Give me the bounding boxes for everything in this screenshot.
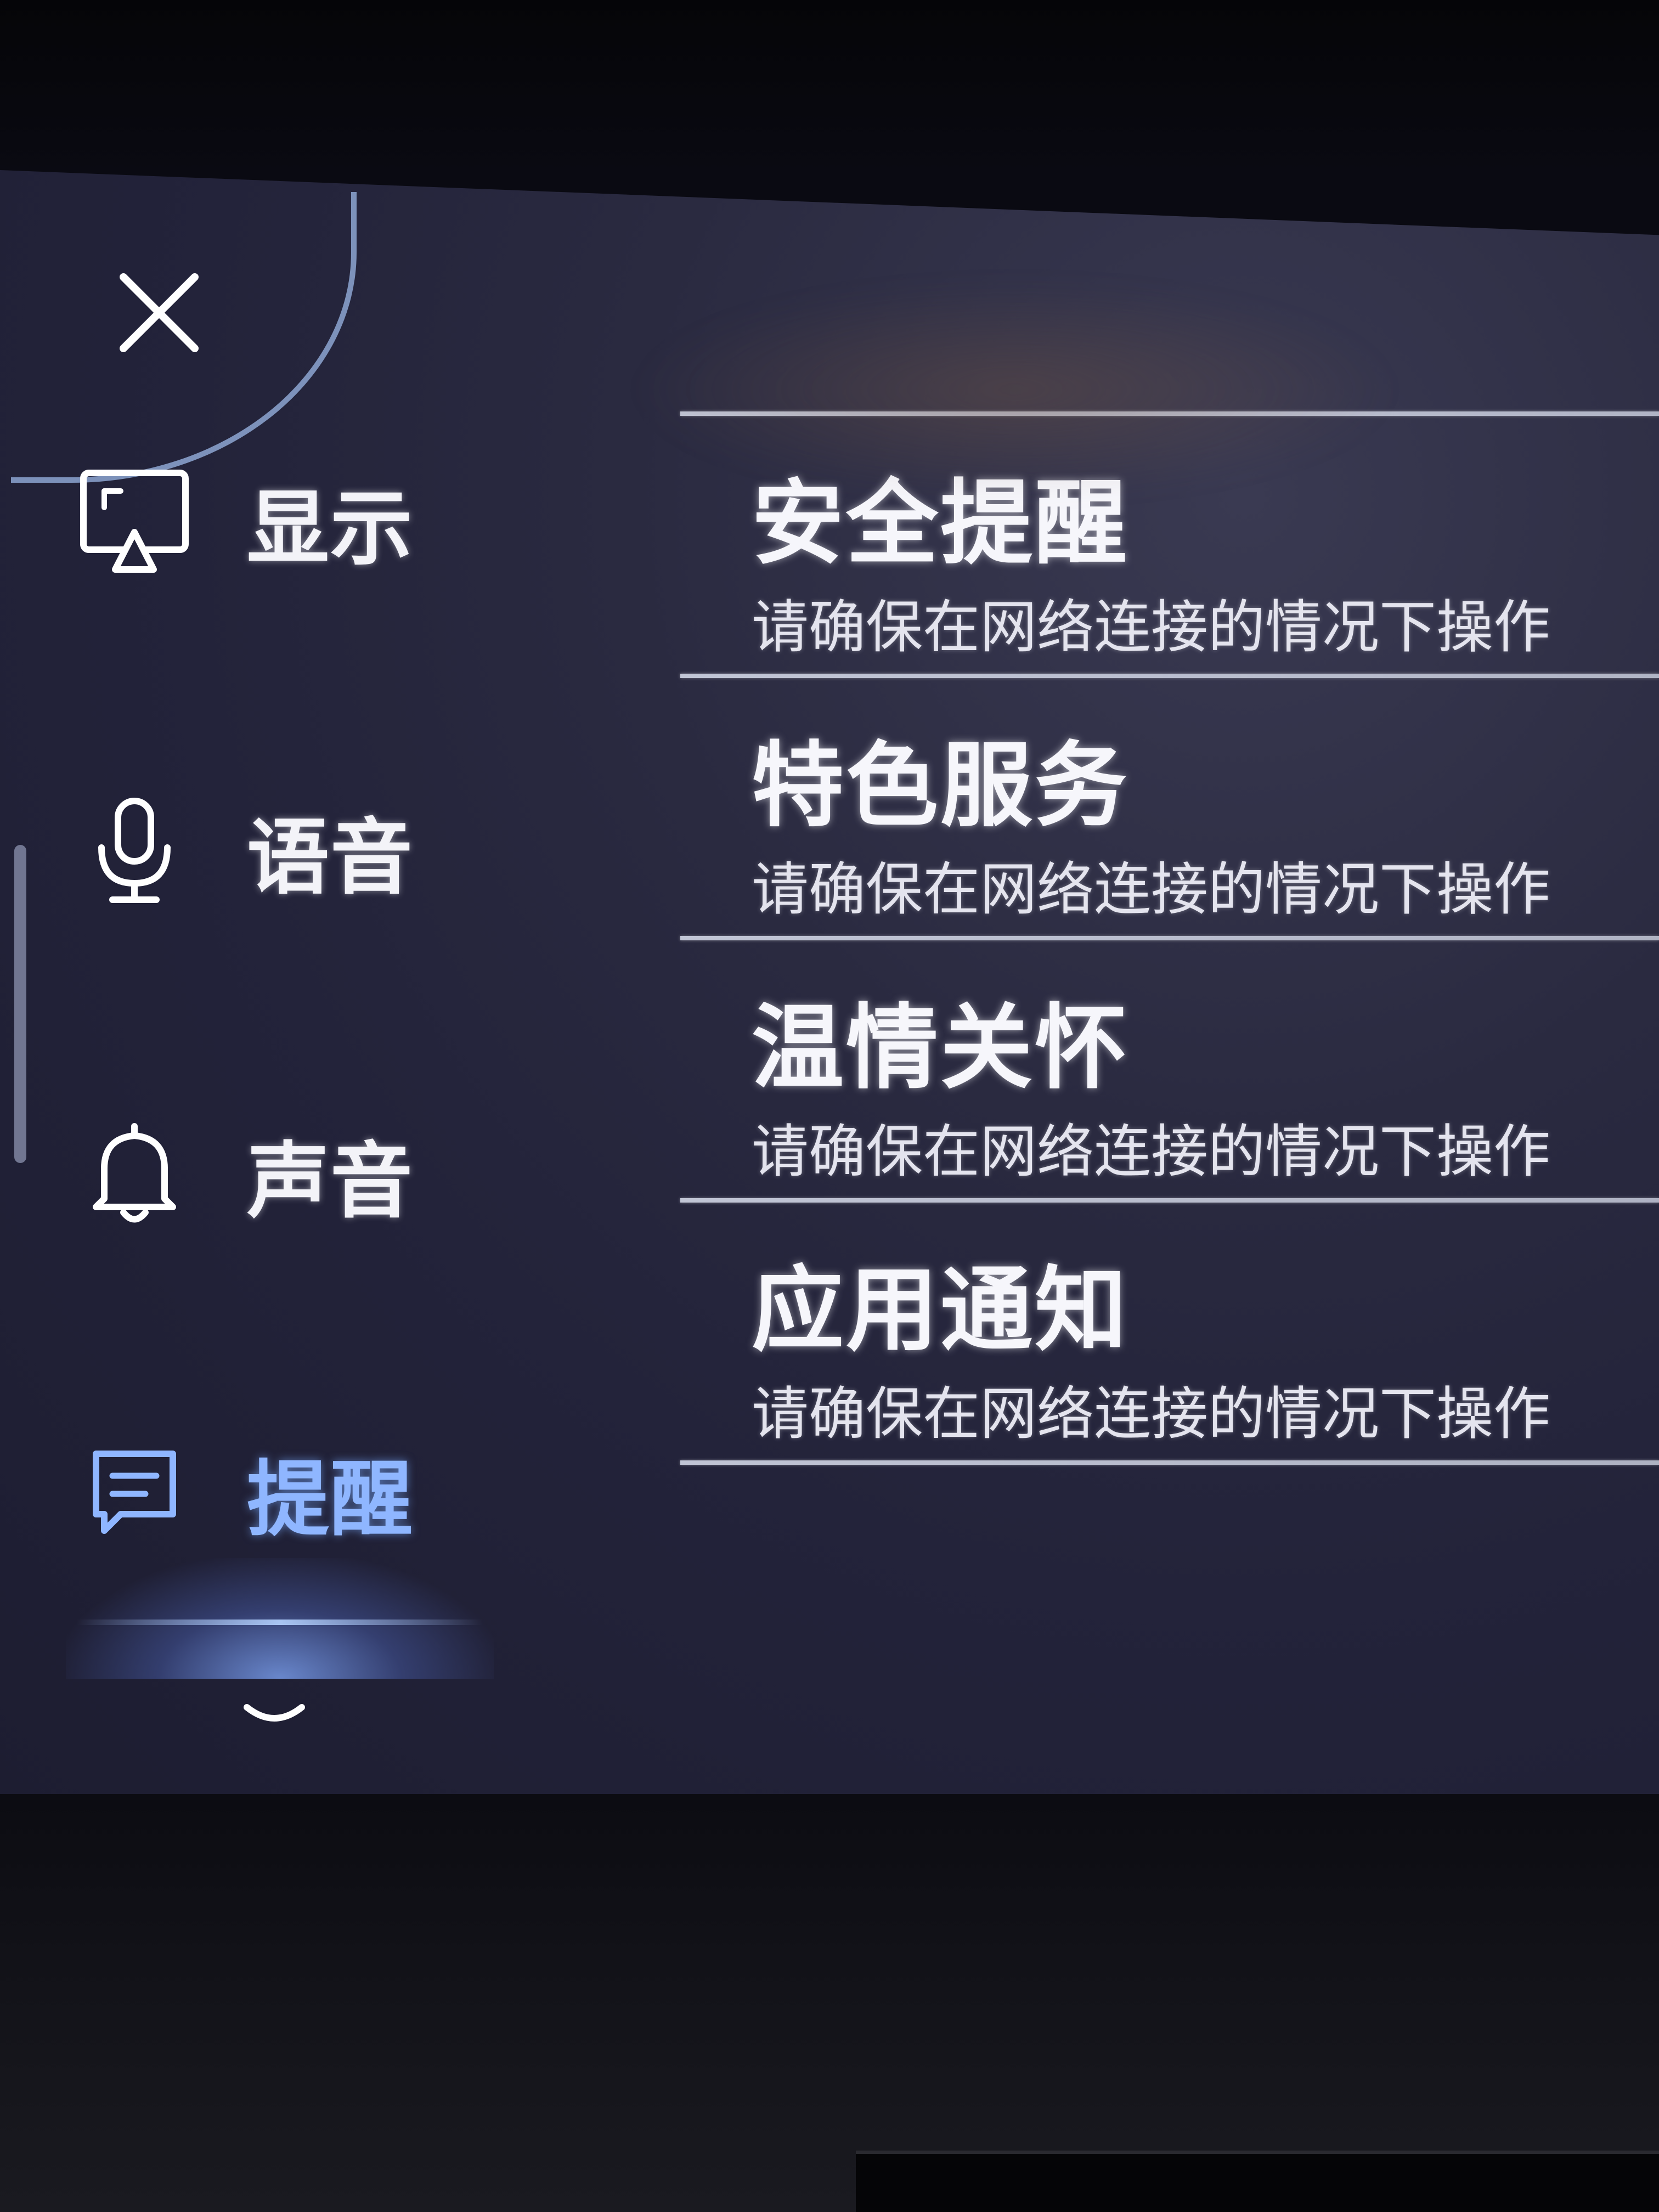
sidebar-item-sound[interactable]: 声音 xyxy=(71,1108,414,1240)
photo-frame: 显示 语音 声音 提醒 安全提醒 请确保在网络连接的情况下操作 特色服务 请确保… xyxy=(0,0,1659,2212)
dashboard-vent xyxy=(856,2151,1659,2212)
infotainment-screen: 显示 语音 声音 提醒 安全提醒 请确保在网络连接的情况下操作 特色服务 请确保… xyxy=(0,170,1659,1794)
sidebar-item-label: 提醒 xyxy=(247,1452,414,1548)
list-item[interactable]: 特色服务 请确保在网络连接的情况下操作 xyxy=(680,678,1659,936)
divider xyxy=(680,674,1659,678)
list-item[interactable]: 安全提醒 请确保在网络连接的情况下操作 xyxy=(680,416,1659,674)
list-item[interactable]: 温情关怀 请确保在网络连接的情况下操作 xyxy=(680,940,1659,1198)
list-item-title: 应用通知 xyxy=(752,1256,1129,1364)
sidebar-item-display[interactable]: 显示 xyxy=(71,455,414,587)
list-item-title: 温情关怀 xyxy=(752,994,1129,1102)
divider xyxy=(680,936,1659,940)
microphone-icon xyxy=(71,787,198,913)
chevron-down-icon xyxy=(244,1704,305,1722)
more-button[interactable] xyxy=(230,1684,318,1745)
list-item-title: 特色服务 xyxy=(752,732,1129,839)
display-screen-icon xyxy=(71,458,198,584)
dashboard-bezel xyxy=(0,1794,1659,2212)
close-button[interactable] xyxy=(88,241,230,384)
message-icon xyxy=(71,1429,198,1555)
active-indicator-line xyxy=(77,1620,483,1625)
sidebar-item-reminder[interactable]: 提醒 xyxy=(71,1426,414,1558)
sidebar-item-label: 声音 xyxy=(247,1133,414,1229)
list-item-subtitle: 请确保在网络连接的情况下操作 xyxy=(752,594,1551,661)
bell-icon xyxy=(71,1111,198,1237)
sidebar-item-label: 语音 xyxy=(247,810,414,906)
list-item-subtitle: 请确保在网络连接的情况下操作 xyxy=(752,1118,1551,1185)
divider xyxy=(680,1460,1659,1465)
list-item[interactable]: 应用通知 请确保在网络连接的情况下操作 xyxy=(680,1203,1659,1460)
sidebar-scrollbar[interactable] xyxy=(14,845,26,1163)
sidebar-item-voice[interactable]: 语音 xyxy=(71,785,414,916)
divider xyxy=(680,411,1659,416)
list-item-title: 安全提醒 xyxy=(752,470,1129,577)
close-icon xyxy=(120,273,199,352)
active-indicator-glow xyxy=(66,1558,494,1679)
list-item-subtitle: 请确保在网络连接的情况下操作 xyxy=(752,856,1551,923)
sidebar-item-label: 显示 xyxy=(247,481,414,577)
divider xyxy=(680,1198,1659,1203)
list-item-subtitle: 请确保在网络连接的情况下操作 xyxy=(752,1380,1551,1447)
reminder-settings-list: 安全提醒 请确保在网络连接的情况下操作 特色服务 请确保在网络连接的情况下操作 … xyxy=(680,411,1659,1465)
